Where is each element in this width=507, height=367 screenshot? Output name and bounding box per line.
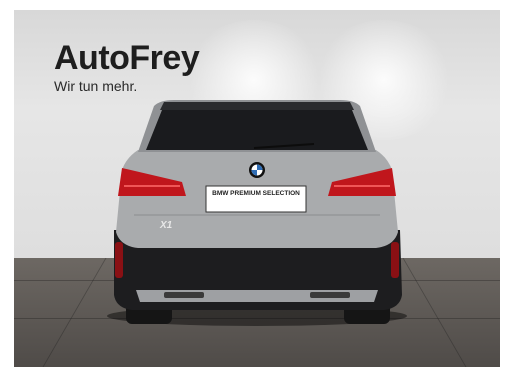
dealer-name: AutoFrey — [54, 39, 200, 77]
car-photo: AutoFrey Wir tun mehr. BMW PREMIUM SELEC… — [14, 10, 500, 367]
license-plate-text: BMW PREMIUM SELECTION — [212, 190, 300, 197]
dealer-logo: AutoFrey Wir tun mehr. — [54, 39, 200, 94]
model-badge: X1 — [160, 220, 173, 231]
dealer-tagline: Wir tun mehr. — [54, 78, 138, 94]
